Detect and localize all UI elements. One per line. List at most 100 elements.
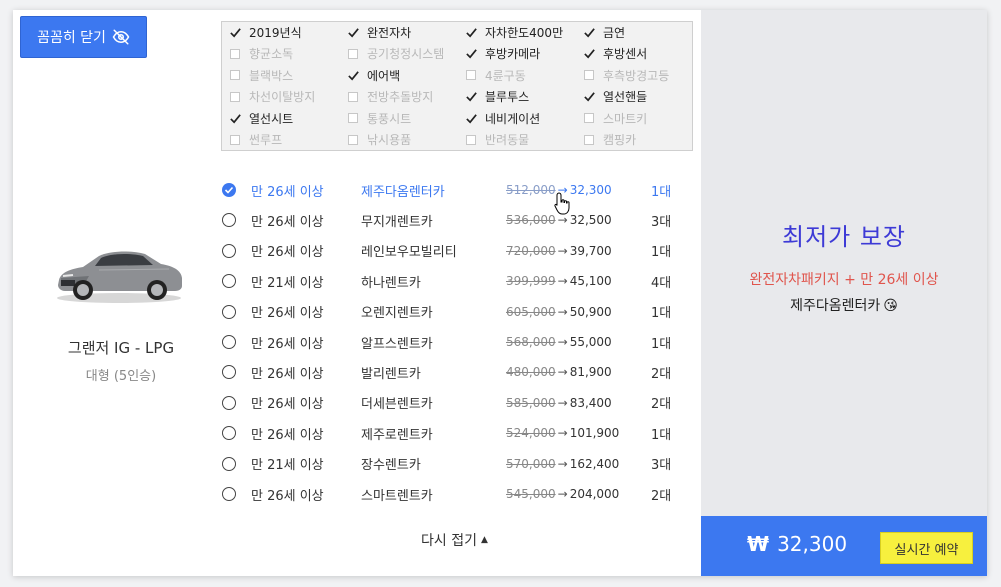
option-item: 열선시트 [228, 108, 293, 129]
offer-row[interactable]: 만 21세 이상 하나렌트카 399,999 → 45,100 4대 [221, 266, 693, 296]
available-count: 4대 [651, 275, 672, 291]
radio-button[interactable] [222, 304, 236, 319]
radio-button[interactable] [222, 183, 236, 197]
arrow-right-icon: → [557, 426, 568, 441]
offer-row[interactable]: 만 26세 이상 제주로렌트카 524,000 → 101,900 1대 [221, 418, 693, 448]
promo-company-line: 제주다옴렌터카 😘 [701, 295, 987, 315]
option-label: 자차한도400만 [485, 26, 564, 40]
original-price: 480,000 [506, 365, 556, 380]
original-price: 536,000 [506, 213, 556, 228]
option-item: 낚시용품 [346, 129, 411, 150]
arrow-right-icon: → [557, 365, 568, 380]
reserve-button[interactable]: 실시간 예약 [880, 532, 973, 564]
company-name: 장수렌트카 [361, 458, 421, 474]
caret-up-icon: ▲ [480, 535, 488, 545]
option-item: 후방센서 [582, 43, 647, 64]
option-label: 네비게이션 [485, 111, 541, 126]
offer-row[interactable]: 만 26세 이상 오렌지렌트카 605,000 → 50,900 1대 [221, 297, 693, 327]
unchecked-box-icon [228, 47, 242, 61]
discounted-price: 81,900 [569, 365, 612, 380]
company-name: 제주다옴렌터카 [361, 184, 445, 200]
offer-row[interactable]: 만 26세 이상 제주다옴렌터카 512,000 → 32,300 1대 [221, 175, 693, 205]
discounted-price: 83,400 [569, 395, 612, 410]
age-requirement: 만 26세 이상 [251, 488, 324, 504]
radio-button[interactable] [222, 426, 236, 441]
unchecked-box-icon [346, 90, 360, 104]
option-label: 후방카메라 [485, 47, 541, 62]
radio-button[interactable] [222, 243, 236, 258]
collapse-details-button[interactable]: 꼼꼼히 닫기 [20, 16, 147, 58]
arrow-right-icon: → [557, 487, 568, 501]
age-requirement: 만 26세 이상 [251, 306, 324, 322]
collapse-details-label: 꼼꼼히 닫기 [37, 30, 106, 46]
offer-row[interactable]: 만 21세 이상 장수렌트카 570,000 → 162,400 3대 [221, 449, 693, 479]
option-item: 2019년식 [228, 22, 302, 43]
option-label: 공기청정시스템 [367, 47, 445, 62]
total-amount: 32,300 [777, 532, 848, 556]
option-item: 열선핸들 [582, 86, 647, 107]
available-count: 1대 [651, 184, 672, 200]
radio-button[interactable] [222, 365, 236, 380]
option-item: 후방카메라 [464, 43, 540, 64]
option-label: 통풍시트 [367, 111, 412, 126]
offer-row[interactable]: 만 26세 이상 더세븐렌트카 585,000 → 83,400 2대 [221, 388, 693, 418]
option-label: 스마트키 [603, 111, 648, 126]
option-item: 차선이탈방지 [228, 86, 315, 107]
option-item: 썬루프 [228, 129, 282, 150]
check-icon [228, 111, 242, 125]
price-info: 545,000 → 204,000 [506, 487, 619, 501]
age-requirement: 만 21세 이상 [251, 458, 324, 474]
arrow-right-icon: → [557, 304, 568, 319]
offer-row[interactable]: 만 26세 이상 알프스렌트카 568,000 → 55,000 1대 [221, 327, 693, 357]
company-name: 하나렌트카 [361, 275, 421, 291]
age-requirement: 만 26세 이상 [251, 214, 324, 230]
radio-button[interactable] [222, 213, 236, 228]
discounted-price: 162,400 [569, 456, 620, 471]
option-item: 반려동물 [464, 129, 529, 150]
available-count: 2대 [651, 366, 672, 382]
available-count: 2대 [651, 397, 672, 413]
arrow-right-icon: → [557, 243, 568, 258]
radio-button[interactable] [222, 456, 236, 471]
radio-button[interactable] [222, 274, 236, 289]
option-item: 통풍시트 [346, 108, 411, 129]
collapse-list-button[interactable]: 다시 접기 ▲ [421, 530, 488, 550]
company-name: 무지개렌트카 [361, 214, 433, 230]
option-label: 금연 [603, 26, 626, 40]
company-name: 발리렌트카 [361, 366, 421, 382]
option-item: 금연 [582, 22, 625, 43]
age-requirement: 만 26세 이상 [251, 336, 324, 352]
check-icon [464, 47, 478, 61]
currency-symbol: ₩ [747, 532, 770, 556]
total-price: ₩32,300 [747, 532, 847, 556]
unchecked-box-icon [346, 133, 360, 147]
checkout-bar: ₩32,300 실시간 예약 [701, 516, 987, 576]
options-panel: 2019년식 완전자차 자차한도400만 금연 향균소독 공기청정시스템 후방카메라 후방센서… [221, 21, 693, 151]
offer-row[interactable]: 만 26세 이상 발리렌트카 480,000 → 81,900 2대 [221, 357, 693, 387]
collapse-list-label: 다시 접기 [421, 533, 477, 549]
original-price: 568,000 [506, 335, 556, 349]
arrow-right-icon: → [557, 274, 568, 289]
radio-button[interactable] [222, 487, 236, 501]
offer-row[interactable]: 만 26세 이상 스마트렌트카 545,000 → 204,000 2대 [221, 479, 693, 509]
discounted-price: 45,100 [569, 274, 612, 289]
radio-button[interactable] [222, 395, 236, 410]
unchecked-box-icon [464, 133, 478, 147]
company-name: 더세븐렌트카 [361, 397, 433, 413]
check-icon [228, 26, 242, 40]
car-image [57, 251, 182, 303]
price-info: 570,000 → 162,400 [506, 457, 619, 471]
check-icon [346, 68, 360, 82]
check-icon [464, 111, 478, 125]
price-info: 585,000 → 83,400 [506, 396, 612, 410]
offer-row[interactable]: 만 26세 이상 무지개렌트카 536,000 → 32,500 3대 [221, 205, 693, 235]
original-price: 720,000 [506, 243, 556, 258]
company-name: 알프스렌트카 [361, 336, 433, 352]
company-name: 오렌지렌트카 [361, 306, 433, 322]
company-name: 제주로렌트카 [361, 427, 433, 443]
available-count: 1대 [651, 336, 672, 352]
unchecked-box-icon [464, 68, 478, 82]
radio-button[interactable] [222, 335, 236, 349]
discounted-price: 101,900 [569, 426, 620, 441]
offer-row[interactable]: 만 26세 이상 레인보우모빌리티 720,000 → 39,700 1대 [221, 236, 693, 266]
